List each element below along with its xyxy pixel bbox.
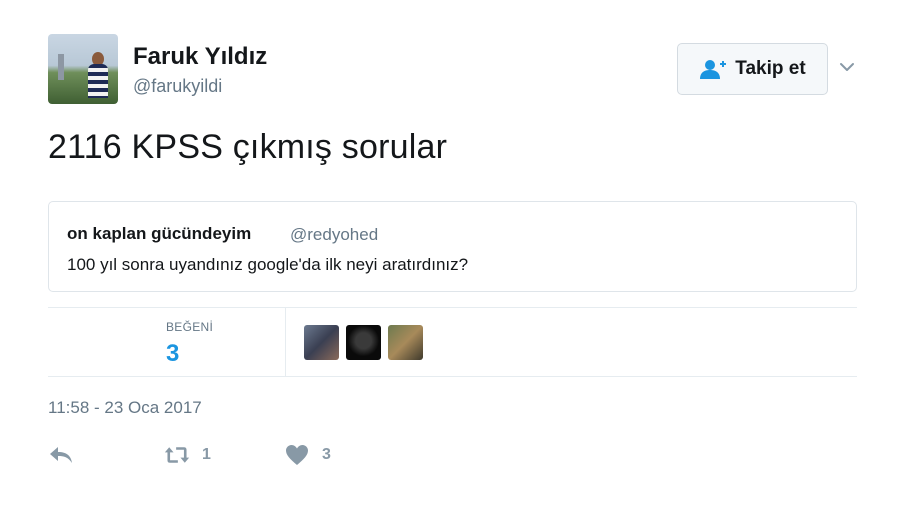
likes-count: 3 (166, 340, 180, 367)
reply-button[interactable] (48, 440, 74, 470)
heart-icon (286, 445, 308, 465)
tweet-timestamp[interactable]: 11:58 - 23 Oca 2017 (48, 398, 202, 418)
like-button[interactable]: 3 (284, 440, 331, 470)
quoted-author-name: on kaplan gücündeyim (67, 224, 252, 243)
tweet-stats: BEĞENİ 3 (48, 307, 857, 377)
likes-stat[interactable]: BEĞENİ 3 (48, 308, 286, 376)
quoted-tweet-text: 100 yıl sonra uyandınız google'da ilk ne… (67, 255, 469, 274)
tweet-header: Faruk Yıldız @farukyildi Takip et (48, 34, 860, 106)
retweet-count: 1 (202, 446, 211, 463)
retweet-icon (164, 447, 190, 463)
quoted-author-handle: @redyohed (290, 225, 379, 244)
quoted-tweet[interactable]: on kaplan gücündeyim @redyohed 100 yıl s… (48, 201, 857, 292)
follow-button[interactable]: Takip et (677, 43, 828, 95)
author-display-name[interactable]: Faruk Yıldız (133, 43, 267, 71)
likes-label: BEĞENİ (166, 320, 214, 334)
liker-avatar[interactable] (388, 325, 423, 360)
avatar-person-body (88, 64, 108, 98)
add-user-icon (700, 60, 727, 79)
avatar-background-tower (58, 54, 64, 80)
tweet-actions: 1 3 (48, 440, 448, 470)
author-avatar[interactable] (48, 34, 118, 104)
likers-avatars (304, 325, 423, 360)
retweet-button[interactable]: 1 (164, 440, 211, 470)
follow-button-label: Takip et (735, 58, 806, 79)
liker-avatar[interactable] (304, 325, 339, 360)
author-handle[interactable]: @farukyildi (133, 76, 222, 97)
tweet-text: 2116 KPSS çıkmış sorular (48, 128, 448, 166)
reply-icon (50, 447, 72, 463)
liker-avatar[interactable] (346, 325, 381, 360)
chevron-down-icon[interactable] (838, 58, 856, 76)
like-count: 3 (322, 446, 331, 463)
